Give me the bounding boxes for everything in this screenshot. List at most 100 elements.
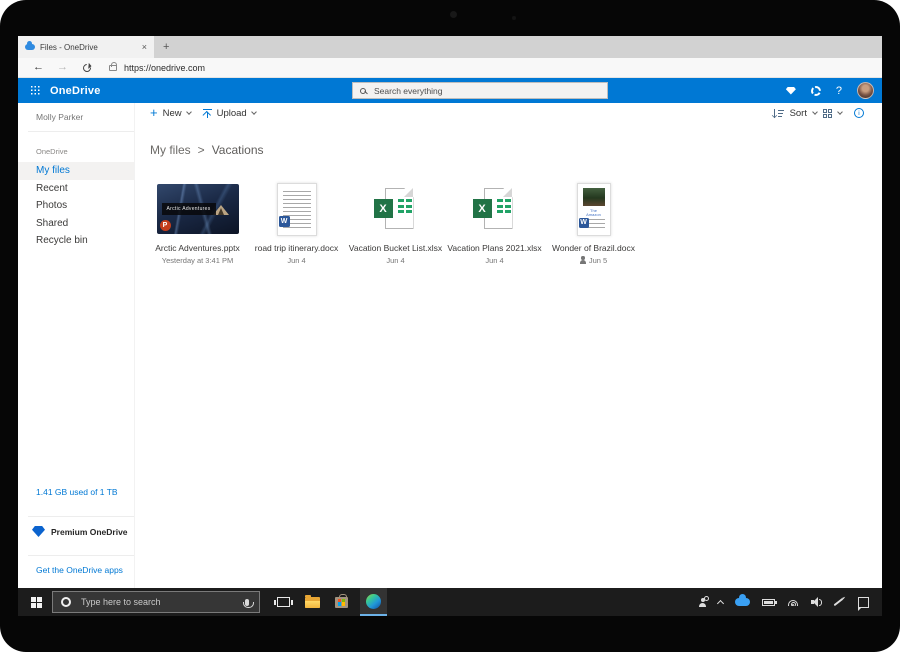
edge-icon — [366, 594, 381, 609]
file-tile-road-trip-itinerary[interactable]: W road trip itinerary.docx Jun 4 — [247, 181, 346, 265]
breadcrumb: My files > Vacations — [150, 143, 264, 157]
search-input[interactable] — [372, 85, 600, 97]
onedrive-brand[interactable]: OneDrive — [50, 85, 101, 97]
windows-ink-pen-icon[interactable] — [834, 598, 844, 606]
word-icon: W — [579, 218, 589, 228]
get-onedrive-apps-link[interactable]: Get the OneDrive apps — [18, 556, 134, 588]
sort-button[interactable]: Sort — [790, 108, 807, 119]
sort-icon — [773, 109, 784, 118]
sidebar-item-recycle-bin[interactable]: Recycle bin — [18, 232, 134, 250]
taskbar-search-box[interactable] — [52, 591, 260, 613]
new-button[interactable]: + New — [150, 107, 199, 119]
camera-dot — [450, 11, 457, 18]
upload-button[interactable]: Upload — [203, 108, 264, 119]
sidebar-item-recent[interactable]: Recent — [18, 180, 134, 198]
cortana-icon[interactable] — [61, 597, 71, 607]
premium-onedrive-item[interactable]: Premium OneDrive — [18, 517, 134, 546]
content-area: + New Upload Sort — [135, 103, 882, 588]
new-tab-button[interactable]: + — [154, 36, 178, 58]
microsoft-store-icon[interactable] — [335, 597, 348, 608]
sidebar-item-my-files[interactable]: My files — [18, 162, 134, 180]
battery-icon[interactable] — [762, 599, 775, 606]
view-controls: Sort i — [773, 108, 882, 119]
camera-sensor-dot — [512, 16, 516, 20]
sidebar: Molly Parker OneDrive My files Recent Ph… — [18, 103, 135, 588]
refresh-icon[interactable] — [81, 62, 92, 73]
sidebar-user-name: Molly Parker — [18, 103, 134, 122]
file-tile-vacation-bucket-list[interactable]: X Vacation Bucket List.xlsx Jun 4 — [346, 181, 445, 265]
screen: Files - OneDrive × + ← → https://onedriv… — [18, 36, 882, 616]
show-hidden-icons-chevron[interactable] — [717, 599, 724, 606]
url-text[interactable]: https://onedrive.com — [124, 63, 205, 73]
onedrive-tray-cloud-icon[interactable] — [735, 598, 750, 606]
user-avatar[interactable] — [857, 82, 874, 99]
taskbar-search-input[interactable] — [79, 596, 245, 608]
file-date: Jun 4 — [287, 256, 305, 265]
microphone-icon[interactable] — [245, 599, 249, 606]
shared-icon — [580, 260, 586, 264]
system-tray — [699, 597, 869, 608]
file-date: Jun 4 — [386, 256, 404, 265]
xlsx-file-icon: X — [472, 188, 518, 230]
onedrive-header: OneDrive ? — [18, 78, 882, 103]
browser-tab-bar: Files - OneDrive × + — [18, 36, 882, 58]
help-icon[interactable]: ? — [836, 85, 842, 97]
close-tab-icon[interactable]: × — [142, 42, 147, 52]
sidebar-section-label: OneDrive — [18, 132, 134, 162]
file-date: Jun 4 — [485, 256, 503, 265]
app-launcher-waffle-icon[interactable] — [31, 86, 40, 95]
thumbnail-photo — [583, 188, 605, 206]
storage-usage-link[interactable]: 1.41 GB used of 1 TB — [18, 487, 134, 507]
sidebar-item-photos[interactable]: Photos — [18, 197, 134, 215]
search-box[interactable] — [352, 82, 608, 99]
premium-diamond-icon — [32, 526, 45, 537]
page-fold — [404, 188, 413, 197]
docx-thumbnail: The Amazon Rainforest W — [577, 183, 611, 236]
volume-icon[interactable] — [811, 597, 821, 607]
sidebar-footer: 1.41 GB used of 1 TB Premium OneDrive Ge… — [18, 487, 134, 588]
file-name: Vacation Bucket List.xlsx — [349, 243, 442, 253]
breadcrumb-my-files[interactable]: My files — [150, 143, 191, 157]
new-button-label: New — [163, 108, 182, 119]
back-icon[interactable]: ← — [33, 62, 44, 73]
view-layout-grid-icon[interactable] — [823, 109, 832, 118]
excel-icon: X — [473, 199, 492, 218]
powerpoint-icon: P — [160, 220, 171, 231]
file-tile-wonder-of-brazil[interactable]: The Amazon Rainforest W Wonder of Brazil… — [544, 181, 643, 265]
tablet-frame: Files - OneDrive × + ← → https://onedriv… — [0, 0, 900, 652]
upload-icon — [203, 109, 212, 118]
people-icon[interactable] — [699, 603, 706, 607]
network-icon[interactable] — [787, 599, 799, 606]
file-tile-arctic-adventures[interactable]: Arctic Adventures P Arctic Adventures.pp… — [148, 181, 247, 265]
file-name: road trip itinerary.docx — [255, 243, 338, 253]
thumbnail-title: The Amazon Rainforest — [585, 209, 603, 217]
start-button-windows-icon[interactable] — [31, 597, 42, 608]
file-tile-vacation-plans-2021[interactable]: X Vacation Plans 2021.xlsx Jun 4 — [445, 181, 544, 265]
onedrive-favicon-cloud-icon — [25, 44, 35, 50]
pptx-thumbnail: Arctic Adventures P — [157, 184, 239, 234]
spreadsheet-rows — [497, 199, 511, 213]
docx-thumbnail: W — [277, 183, 317, 236]
chevron-down-icon — [251, 109, 257, 115]
forward-icon[interactable]: → — [57, 62, 68, 73]
task-view-icon[interactable] — [277, 597, 290, 607]
tab-title: Files - OneDrive — [40, 43, 137, 52]
premium-diamond-icon[interactable] — [786, 87, 796, 95]
plus-icon: + — [150, 106, 158, 119]
header-actions: ? — [786, 78, 874, 103]
breadcrumb-current-folder: Vacations — [212, 143, 264, 157]
upload-button-label: Upload — [217, 108, 247, 119]
sidebar-item-shared[interactable]: Shared — [18, 215, 134, 233]
file-date: Yesterday at 3:41 PM — [162, 256, 233, 265]
file-explorer-icon[interactable] — [305, 597, 320, 608]
details-info-icon[interactable]: i — [854, 108, 864, 118]
browser-tab[interactable]: Files - OneDrive × — [18, 36, 154, 58]
settings-gear-icon[interactable] — [811, 86, 821, 96]
action-center-icon[interactable] — [858, 597, 869, 608]
premium-label: Premium OneDrive — [51, 527, 128, 537]
chevron-down-icon — [812, 109, 818, 115]
edge-browser-taskbar-button[interactable] — [360, 588, 387, 616]
page-fold — [503, 188, 512, 197]
windows-taskbar — [18, 588, 882, 616]
file-name: Vacation Plans 2021.xlsx — [447, 243, 541, 253]
